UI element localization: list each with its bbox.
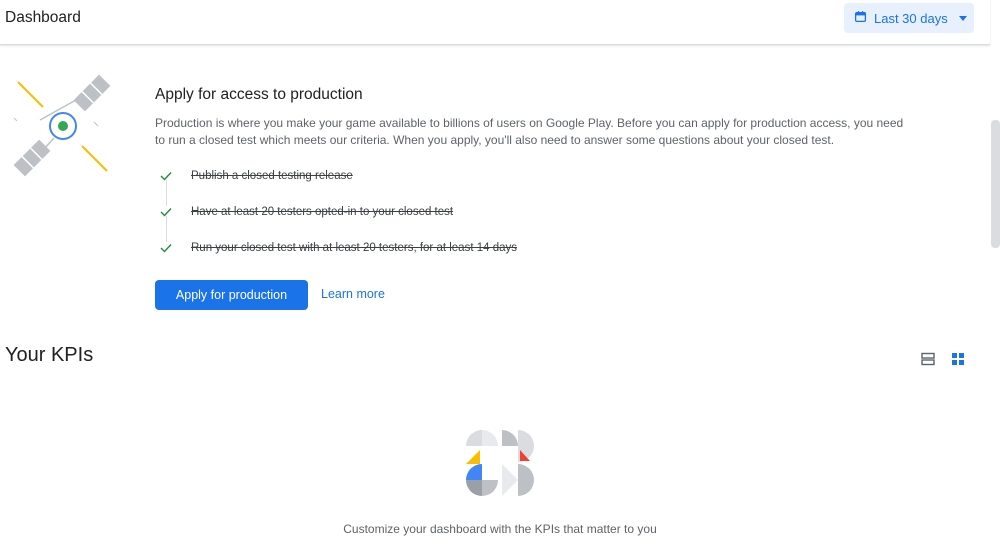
dashboard-page: Dashboard Last 30 days Apply for access … — [0, 0, 1000, 553]
calendar-icon — [854, 10, 867, 26]
kpi-section-title: Your KPIs — [5, 344, 94, 366]
requirement-step: Run your closed test with at least 20 te… — [155, 238, 755, 258]
date-range-label: Last 30 days — [874, 10, 948, 26]
top-bar: Dashboard Last 30 days — [0, 0, 990, 45]
grid-view-icon[interactable] — [950, 351, 966, 367]
check-icon — [155, 243, 177, 253]
requirement-label: Run your closed test with at least 20 te… — [191, 242, 517, 254]
requirement-label: Have at least 20 testers opted-in to you… — [191, 206, 454, 218]
requirement-step: Publish a closed testing release — [155, 166, 755, 186]
kpi-empty-illustration — [464, 428, 536, 498]
requirement-step: Have at least 20 testers opted-in to you… — [155, 202, 755, 222]
learn-more-link[interactable]: Learn more — [321, 287, 385, 301]
apply-for-production-button[interactable]: Apply for production — [155, 280, 308, 310]
requirement-label: Publish a closed testing release — [191, 170, 353, 182]
satellite-illustration — [10, 74, 120, 184]
check-icon — [155, 207, 177, 217]
check-icon — [155, 171, 177, 181]
arrow-drop-down-icon — [958, 15, 967, 21]
page-title: Dashboard — [5, 9, 81, 26]
scrollbar-thumb[interactable] — [991, 120, 1000, 248]
view-agenda-icon[interactable] — [920, 351, 936, 367]
production-card-description: Production is where you make your game a… — [155, 116, 904, 147]
date-range-button[interactable]: Last 30 days — [844, 3, 974, 33]
kpi-empty-text: Customize your dashboard with the KPIs t… — [343, 522, 657, 536]
production-card-title: Apply for access to production — [155, 86, 363, 103]
